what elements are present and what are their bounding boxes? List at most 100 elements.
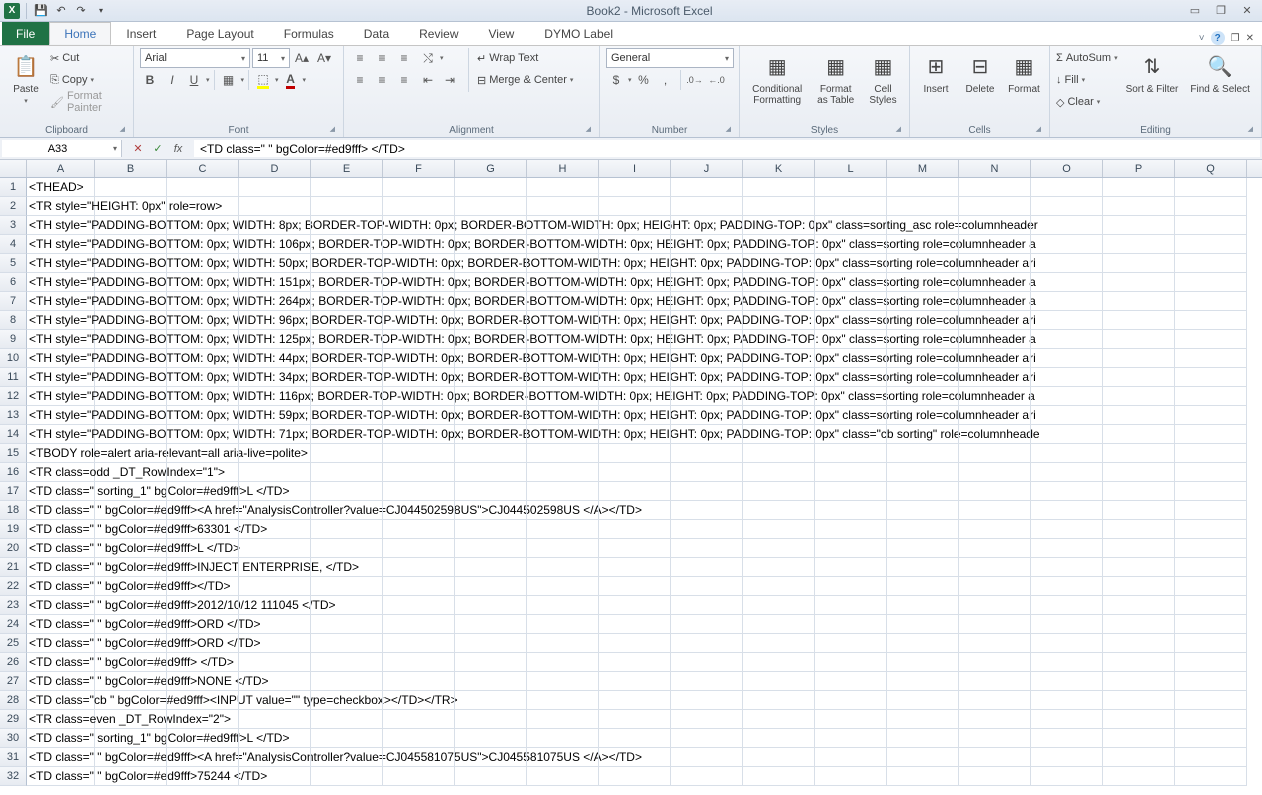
cell[interactable] bbox=[1031, 634, 1103, 653]
minimize-ribbon-icon[interactable]: ▭ bbox=[1186, 4, 1204, 18]
cell[interactable] bbox=[1103, 178, 1175, 197]
cell[interactable] bbox=[1031, 653, 1103, 672]
cell[interactable]: <TD class=" " bgColor=#ed9fff>ORD </TD> bbox=[27, 634, 95, 653]
decrease-indent-button[interactable]: ⇤ bbox=[418, 70, 438, 90]
cell[interactable] bbox=[887, 330, 959, 349]
cell[interactable] bbox=[239, 425, 311, 444]
cell[interactable] bbox=[383, 273, 455, 292]
cell[interactable] bbox=[887, 558, 959, 577]
cell[interactable] bbox=[455, 197, 527, 216]
cell[interactable] bbox=[959, 767, 1031, 786]
worksheet-grid[interactable]: ABCDEFGHIJKLMNOPQ 1<THEAD>2<TR style="HE… bbox=[0, 160, 1262, 786]
cell[interactable] bbox=[887, 501, 959, 520]
cell[interactable] bbox=[887, 349, 959, 368]
cell[interactable] bbox=[743, 520, 815, 539]
cell[interactable] bbox=[1031, 710, 1103, 729]
cell[interactable] bbox=[1175, 615, 1247, 634]
cell[interactable] bbox=[167, 273, 239, 292]
row-header[interactable]: 9 bbox=[0, 330, 27, 349]
cell[interactable] bbox=[527, 767, 599, 786]
column-header[interactable]: I bbox=[599, 160, 671, 177]
cell[interactable] bbox=[167, 539, 239, 558]
fx-icon[interactable]: fx bbox=[170, 141, 186, 157]
cell[interactable] bbox=[959, 748, 1031, 767]
cell[interactable] bbox=[815, 387, 887, 406]
cell[interactable] bbox=[599, 254, 671, 273]
cell[interactable] bbox=[671, 634, 743, 653]
cell[interactable] bbox=[887, 368, 959, 387]
cell[interactable] bbox=[1031, 577, 1103, 596]
cell[interactable] bbox=[455, 254, 527, 273]
cell[interactable] bbox=[95, 444, 167, 463]
cell[interactable]: <TD class=" " bgColor=#ed9fff> </TD> bbox=[27, 653, 95, 672]
cell[interactable] bbox=[1103, 235, 1175, 254]
cell[interactable] bbox=[95, 368, 167, 387]
cell[interactable] bbox=[1103, 672, 1175, 691]
cell[interactable] bbox=[743, 425, 815, 444]
cell[interactable] bbox=[239, 197, 311, 216]
cell[interactable] bbox=[599, 387, 671, 406]
cell[interactable] bbox=[1175, 634, 1247, 653]
column-header[interactable]: Q bbox=[1175, 160, 1247, 177]
cell[interactable] bbox=[1175, 178, 1247, 197]
cell[interactable] bbox=[671, 482, 743, 501]
cell[interactable] bbox=[527, 292, 599, 311]
cell[interactable] bbox=[95, 273, 167, 292]
cell[interactable] bbox=[1031, 406, 1103, 425]
grow-font-button[interactable]: A▴ bbox=[292, 48, 312, 68]
align-top-button[interactable]: ≡ bbox=[350, 48, 370, 68]
cell[interactable] bbox=[1031, 425, 1103, 444]
cell[interactable] bbox=[95, 292, 167, 311]
cell[interactable] bbox=[167, 254, 239, 273]
row-header[interactable]: 5 bbox=[0, 254, 27, 273]
cell[interactable] bbox=[1175, 729, 1247, 748]
cell[interactable] bbox=[959, 273, 1031, 292]
cell[interactable] bbox=[311, 748, 383, 767]
cell[interactable] bbox=[383, 254, 455, 273]
cell[interactable] bbox=[383, 615, 455, 634]
cell[interactable] bbox=[671, 501, 743, 520]
cell[interactable]: <TH style="PADDING-BOTTOM: 0px; WIDTH: 5… bbox=[27, 406, 95, 425]
cell[interactable] bbox=[1175, 254, 1247, 273]
cell[interactable] bbox=[887, 767, 959, 786]
cell[interactable] bbox=[743, 729, 815, 748]
close-icon[interactable]: ✕ bbox=[1238, 4, 1256, 18]
cell[interactable] bbox=[311, 672, 383, 691]
cell[interactable] bbox=[1031, 273, 1103, 292]
cell[interactable] bbox=[455, 539, 527, 558]
cell[interactable] bbox=[95, 197, 167, 216]
cell[interactable] bbox=[1103, 767, 1175, 786]
cell[interactable] bbox=[1175, 197, 1247, 216]
cell[interactable] bbox=[599, 672, 671, 691]
cell[interactable] bbox=[167, 463, 239, 482]
cell[interactable] bbox=[95, 425, 167, 444]
tab-insert[interactable]: Insert bbox=[111, 22, 171, 45]
cell[interactable] bbox=[671, 273, 743, 292]
cell[interactable] bbox=[599, 767, 671, 786]
cell[interactable]: <TBODY role=alert aria-relevant=all aria… bbox=[27, 444, 95, 463]
cell[interactable] bbox=[1103, 539, 1175, 558]
cell[interactable] bbox=[527, 197, 599, 216]
cell[interactable] bbox=[743, 596, 815, 615]
cell[interactable] bbox=[455, 349, 527, 368]
cell[interactable] bbox=[743, 444, 815, 463]
cell[interactable] bbox=[527, 653, 599, 672]
cell[interactable] bbox=[239, 235, 311, 254]
cell[interactable] bbox=[167, 520, 239, 539]
cell[interactable] bbox=[383, 653, 455, 672]
cell[interactable] bbox=[311, 463, 383, 482]
column-header[interactable]: H bbox=[527, 160, 599, 177]
cell[interactable] bbox=[1103, 729, 1175, 748]
cell[interactable] bbox=[383, 482, 455, 501]
cell[interactable] bbox=[1175, 767, 1247, 786]
cell[interactable] bbox=[527, 596, 599, 615]
cell[interactable] bbox=[383, 444, 455, 463]
cell[interactable]: <TD class=" " bgColor=#ed9fff><A href="A… bbox=[27, 748, 95, 767]
cell[interactable]: <TD class=" " bgColor=#ed9fff>ORD </TD> bbox=[27, 615, 95, 634]
cell[interactable] bbox=[455, 520, 527, 539]
cell[interactable] bbox=[743, 311, 815, 330]
cell[interactable] bbox=[599, 444, 671, 463]
row-header[interactable]: 15 bbox=[0, 444, 27, 463]
cell[interactable] bbox=[1103, 387, 1175, 406]
cell[interactable] bbox=[527, 216, 599, 235]
